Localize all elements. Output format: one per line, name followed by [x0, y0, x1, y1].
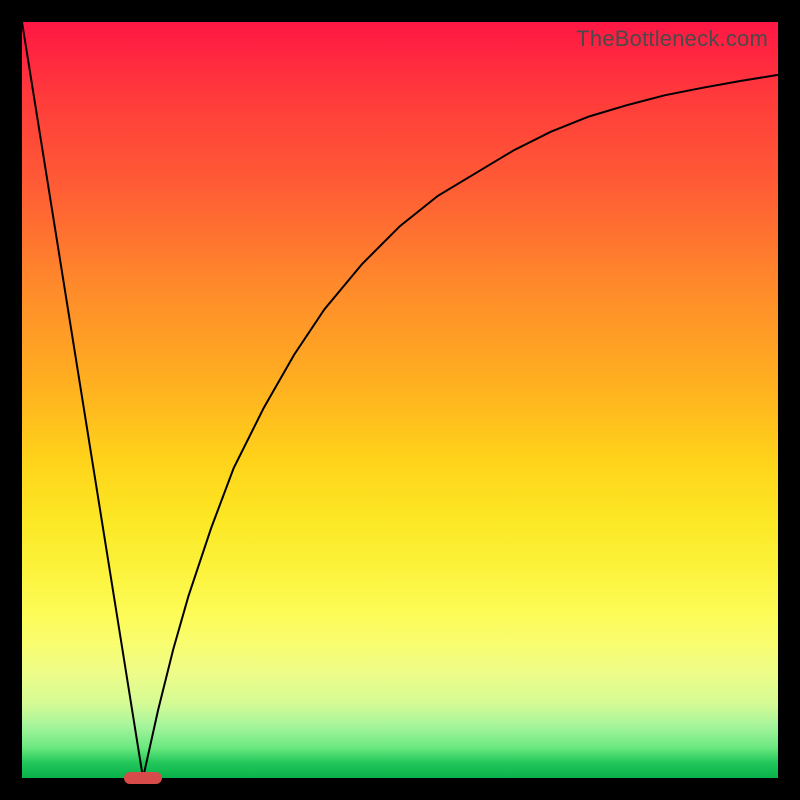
bottleneck-marker: [124, 772, 162, 784]
chart-frame: TheBottleneck.com: [0, 0, 800, 800]
curve-right: [143, 75, 778, 778]
curve-left-leg: [22, 22, 143, 778]
plot-area: TheBottleneck.com: [22, 22, 778, 778]
curve-layer: [22, 22, 778, 778]
